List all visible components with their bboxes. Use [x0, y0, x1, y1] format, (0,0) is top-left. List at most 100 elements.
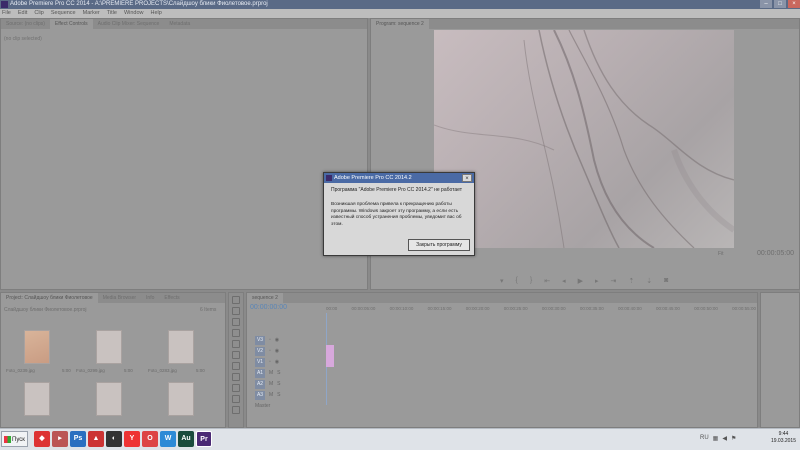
project-item-thumbnail[interactable] [168, 330, 194, 364]
menu-window[interactable]: Window [124, 9, 144, 18]
out-point-icon[interactable]: } [530, 277, 532, 285]
maximize-button[interactable]: □ [774, 0, 786, 8]
tab-info[interactable]: Info [141, 293, 159, 303]
volume-icon[interactable]: ◀ [722, 435, 727, 442]
solo-icon[interactable]: S [277, 391, 280, 400]
ruler-tick: 00:00:20:00 [465, 306, 490, 311]
solo-icon[interactable]: S [277, 369, 280, 378]
track-header[interactable]: V2 ▫ ◉ [255, 347, 325, 356]
track-label: V3 [255, 336, 265, 345]
slide-tool-icon[interactable] [232, 373, 240, 381]
track-header[interactable]: A2 M S [255, 380, 325, 389]
ruler-tick: 00:00:25:00 [503, 306, 528, 311]
word-icon[interactable]: W [160, 431, 176, 447]
autodesk-icon[interactable]: ▲ [88, 431, 104, 447]
marker-icon[interactable]: ▾ [500, 277, 504, 285]
minimize-button[interactable]: – [760, 0, 772, 8]
project-item-thumbnail[interactable] [24, 330, 50, 364]
zoom-tool-icon[interactable] [232, 406, 240, 414]
hand-tool-icon[interactable] [232, 395, 240, 403]
time-ruler[interactable]: 00:00 00:00:05:00 00:00:10:00 00:00:15:0… [326, 306, 756, 314]
yandex-browser-icon[interactable]: ◆ [34, 431, 50, 447]
taskbar-clock[interactable]: 9:44 19.03.2015 [771, 431, 796, 445]
project-item-thumbnail[interactable] [24, 382, 50, 416]
track-header[interactable]: A1 M S [255, 369, 325, 378]
premiere-icon[interactable]: Pr [196, 431, 212, 447]
menu-marker[interactable]: Marker [83, 9, 100, 18]
pen-tool-icon[interactable] [232, 384, 240, 392]
step-forward-icon[interactable]: ▸ [595, 277, 599, 285]
solo-icon[interactable]: S [277, 380, 280, 389]
flag-icon[interactable]: ⚑ [731, 435, 736, 442]
track-header[interactable]: A3 M S [255, 391, 325, 400]
fit-dropdown[interactable]: Fit [718, 251, 724, 257]
app-icon[interactable]: ◐ [106, 431, 122, 447]
track-select-tool-icon[interactable] [232, 307, 240, 315]
ruler-tick: 00:00:15:00 [427, 306, 452, 311]
menu-help[interactable]: Help [151, 9, 162, 18]
project-item-thumbnail[interactable] [96, 330, 122, 364]
track-header[interactable]: V1 ▫ ◉ [255, 358, 325, 367]
eye-icon[interactable]: ◉ [275, 358, 279, 367]
lock-icon[interactable]: ▫ [269, 358, 271, 367]
extract-icon[interactable]: ⇣ [646, 277, 652, 285]
selection-tool-icon[interactable] [232, 296, 240, 304]
go-to-out-icon[interactable]: ⇥ [611, 277, 617, 285]
media-player-icon[interactable]: ▸ [52, 431, 68, 447]
close-program-button[interactable]: Закрыть программу [408, 239, 470, 251]
photoshop-icon[interactable]: Ps [70, 431, 86, 447]
lock-icon[interactable]: ▫ [269, 336, 271, 345]
rate-stretch-tool-icon[interactable] [232, 340, 240, 348]
lift-icon[interactable]: ⇡ [628, 277, 634, 285]
track-header[interactable]: V3 ▫ ◉ [255, 336, 325, 345]
eye-icon[interactable]: ◉ [275, 336, 279, 345]
audition-icon[interactable]: Au [178, 431, 194, 447]
export-frame-icon[interactable]: ◙ [664, 277, 668, 285]
project-item-thumbnail[interactable] [96, 382, 122, 416]
tab-sequence[interactable]: sequence 2 [247, 293, 283, 303]
in-point-icon[interactable]: { [516, 277, 518, 285]
razor-tool-icon[interactable] [232, 351, 240, 359]
menu-title[interactable]: Title [107, 9, 117, 18]
go-to-in-icon[interactable]: ⇤ [544, 277, 550, 285]
eye-icon[interactable]: ◉ [275, 347, 279, 356]
menu-file[interactable]: File [2, 9, 11, 18]
tab-audio-clip-mixer[interactable]: Audio Clip Mixer: Sequence [93, 19, 165, 29]
tab-effect-controls[interactable]: Effect Controls [49, 19, 93, 29]
mute-icon[interactable]: M [269, 369, 273, 378]
dialog-close-button[interactable]: × [462, 174, 472, 182]
timeline-tabs: sequence 2 [247, 293, 757, 303]
tab-metadata[interactable]: Metadata [164, 19, 195, 29]
step-back-icon[interactable]: ◂ [562, 277, 566, 285]
mute-icon[interactable]: M [269, 380, 273, 389]
play-icon[interactable]: ▶ [578, 277, 583, 285]
window-title: Adobe Premiere Pro CC 2014 - A:\PREMIERE… [10, 1, 268, 7]
opera-icon[interactable]: O [142, 431, 158, 447]
tab-program[interactable]: Program: sequence 2 [371, 19, 429, 29]
lock-icon[interactable]: ▫ [269, 347, 271, 356]
tab-effects[interactable]: Effects [159, 293, 184, 303]
network-icon[interactable]: ▦ [713, 435, 719, 442]
project-item-thumbnail[interactable] [168, 382, 194, 416]
track-header[interactable]: Master [255, 402, 325, 411]
ripple-edit-tool-icon[interactable] [232, 318, 240, 326]
clock-date: 19.03.2015 [770, 438, 796, 444]
close-button[interactable]: × [788, 0, 800, 8]
lang-indicator[interactable]: RU [700, 435, 709, 442]
timeline-clip[interactable] [326, 345, 334, 367]
timeline-timecode[interactable]: 00:00:00:00 [250, 304, 287, 311]
tab-project[interactable]: Project: Слайдшоу блики Фиолетовое [1, 293, 98, 303]
tab-source[interactable]: Source: (no clips) [1, 19, 50, 29]
transport-controls: ▾ { } ⇤ ◂ ▶ ▸ ⇥ ⇡ ⇣ ◙ [500, 277, 668, 285]
menu-sequence[interactable]: Sequence [51, 9, 76, 18]
effect-controls-panel: Source: (no clips) Effect Controls Audio… [0, 18, 368, 290]
slip-tool-icon[interactable] [232, 362, 240, 370]
menu-clip[interactable]: Clip [34, 9, 43, 18]
rolling-edit-tool-icon[interactable] [232, 329, 240, 337]
menu-edit[interactable]: Edit [18, 9, 27, 18]
start-label: Пуск [12, 437, 25, 443]
tab-media-browser[interactable]: Media Browser [98, 293, 141, 303]
mute-icon[interactable]: M [269, 391, 273, 400]
yandex-icon[interactable]: Y [124, 431, 140, 447]
start-button[interactable]: Пуск [1, 431, 28, 447]
